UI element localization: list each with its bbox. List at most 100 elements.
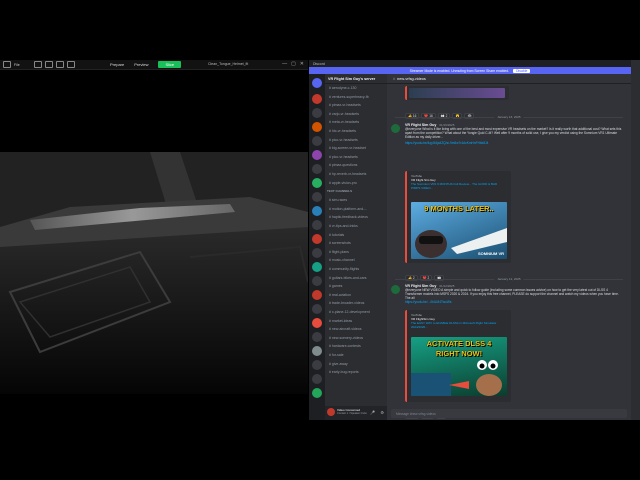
- channel-item[interactable]: # for-sale: [329, 353, 344, 357]
- avatar[interactable]: [391, 124, 400, 133]
- channel-item[interactable]: # early-bug-reports: [329, 370, 359, 374]
- slice-button[interactable]: Slice: [158, 61, 182, 68]
- server-icon[interactable]: [312, 304, 322, 314]
- embed-title[interactable]: The EASY WAY to ENABLE DLSS4 in Microsof…: [411, 321, 507, 330]
- server-icon[interactable]: [312, 234, 322, 244]
- channel-item[interactable]: # pico-vr-headsets: [329, 138, 358, 142]
- channel-item[interactable]: # flight-plans: [329, 250, 349, 254]
- channel-item[interactable]: # haptic-feedback-videos: [329, 215, 368, 219]
- server-icon[interactable]: [312, 220, 322, 230]
- open-icon[interactable]: [33, 61, 42, 68]
- previous-thumbnail[interactable]: [409, 88, 505, 98]
- file-menu[interactable]: File: [14, 63, 20, 67]
- server-icon[interactable]: [312, 164, 322, 174]
- channel-item[interactable]: # x-plane-12-development: [329, 310, 370, 314]
- server-icon[interactable]: [312, 94, 322, 104]
- channel-item[interactable]: # pimax-questions: [329, 163, 357, 167]
- channel-item[interactable]: # guitars-bikes-and-cars: [329, 276, 367, 280]
- reaction[interactable]: 👀 2: [437, 113, 451, 119]
- tab-preview[interactable]: Preview: [134, 62, 148, 67]
- server-icon[interactable]: [312, 150, 322, 160]
- add-server-icon[interactable]: [312, 388, 322, 398]
- channel-label: hardware-contests: [331, 344, 361, 349]
- slicer-toolbar: File Prepare Preview Slice Clean_Tongue_…: [0, 60, 308, 70]
- channel-item[interactable]: # community-flights: [329, 267, 359, 271]
- settings-icon[interactable]: [55, 61, 64, 68]
- video-thumbnail[interactable]: ACTIVATE DLSS 4 RIGHT NOW!: [411, 337, 507, 396]
- server-name[interactable]: VR Flight Sim Guy's server: [325, 74, 387, 84]
- channel-label: x-plane-12-development: [331, 310, 370, 314]
- reaction[interactable]: ❤️ 2: [419, 275, 433, 281]
- channel-item[interactable]: # market-ideas: [329, 319, 352, 323]
- undo-icon[interactable]: [66, 61, 75, 68]
- channel-item[interactable]: # tutorials: [329, 233, 344, 237]
- server-icon[interactable]: [312, 122, 322, 132]
- server-icon[interactable]: [312, 108, 322, 118]
- reaction[interactable]: 👁: [464, 113, 475, 119]
- mic-icon[interactable]: 🎤: [370, 410, 375, 415]
- channel-item[interactable]: # new-aircraft-videos: [329, 327, 362, 331]
- reaction[interactable]: 👍 16: [405, 113, 420, 119]
- server-icon[interactable]: [312, 276, 322, 286]
- close-icon[interactable]: ✕: [300, 61, 304, 67]
- avatar[interactable]: [391, 285, 400, 294]
- server-icon[interactable]: [312, 360, 322, 370]
- tab-prepare[interactable]: Prepare: [110, 62, 124, 67]
- server-icon[interactable]: [312, 290, 322, 300]
- user-panel: Video Concerned Contact 1 / Speaker Invi…: [325, 406, 387, 420]
- message-input[interactable]: Message #new-vrfsg-videos: [391, 409, 627, 418]
- save-icon[interactable]: [44, 61, 53, 68]
- server-icon[interactable]: [312, 346, 322, 356]
- reaction[interactable]: 👀: [434, 275, 445, 281]
- channel-item[interactable]: # hardware-contests: [329, 344, 361, 348]
- channel-label: screenshots: [331, 241, 351, 246]
- message-text: @everyone What is it like living with on…: [405, 127, 622, 139]
- home-icon[interactable]: [312, 78, 322, 88]
- channel-item[interactable]: # ventures-superheavy-fb: [329, 95, 369, 99]
- channel-category[interactable]: TEXT CHANNELS: [327, 189, 352, 193]
- message-link[interactable]: https://youtu.be/4qy0l4ja4ZQ/si-9m5w7r4A…: [405, 141, 625, 145]
- server-icon[interactable]: [312, 374, 322, 384]
- embed-title[interactable]: The Somnium VR1 9 MONTHS Full Review... …: [411, 182, 507, 191]
- channel-item[interactable]: # apple-vision-pro: [329, 181, 357, 185]
- channel-item[interactable]: # pimax-vr-headsets: [329, 103, 361, 107]
- server-icon[interactable]: [312, 248, 322, 258]
- server-icon[interactable]: [312, 318, 322, 328]
- channel-item[interactable]: # vr-tips-and-tricks: [329, 224, 358, 228]
- channel-item[interactable]: # music-channel: [329, 258, 355, 262]
- channel-item[interactable]: # htc-vr-headsets: [329, 129, 356, 133]
- channel-item[interactable]: # real-aviation: [329, 293, 351, 297]
- server-icon[interactable]: [312, 178, 322, 188]
- server-icon[interactable]: [312, 332, 322, 342]
- reaction[interactable]: ❤️ 16: [421, 113, 436, 119]
- channel-item[interactable]: # games: [329, 284, 342, 288]
- video-thumbnail[interactable]: 9 MONTHS LATER.. SOMNIUM VR: [411, 202, 507, 259]
- server-icon[interactable]: [312, 192, 322, 202]
- channel-item[interactable]: # hp-reverb-vr-headsets: [329, 172, 366, 176]
- channel-item[interactable]: # motion-platform-and-...: [329, 207, 367, 211]
- channel-item[interactable]: # sim-races: [329, 198, 347, 202]
- message-link[interactable]: https://youtu.be/...0t4LM4TwoWs: [405, 300, 625, 304]
- settings-icon[interactable]: ⚙: [380, 410, 384, 415]
- channel-item[interactable]: # new-scenery-videos: [329, 336, 363, 340]
- channel-item[interactable]: # screenshots: [329, 241, 351, 245]
- menu-icon[interactable]: [3, 61, 11, 68]
- minimize-icon[interactable]: —: [282, 61, 287, 67]
- maximize-icon[interactable]: ▢: [291, 61, 296, 67]
- server-icon[interactable]: [312, 136, 322, 146]
- channel-item[interactable]: # give-away: [329, 362, 348, 366]
- channel-item[interactable]: # aerodyne-c-130: [329, 86, 356, 90]
- channel-item[interactable]: # meta-vr-headsets: [329, 120, 359, 124]
- channel-item[interactable]: # trade-broader-videos: [329, 301, 364, 305]
- channel-item[interactable]: # pico-vr-headsets: [329, 155, 358, 159]
- members-scrollbar[interactable]: [631, 60, 640, 420]
- channel-item[interactable]: # varjo-vr-headsets: [329, 112, 359, 116]
- server-icon[interactable]: [312, 262, 322, 272]
- disable-button[interactable]: Disable: [513, 68, 531, 73]
- video-embed: YouTube VR Flight Sim Guy The Somnium VR…: [405, 171, 511, 263]
- server-icon[interactable]: [312, 206, 322, 216]
- reaction[interactable]: 👍 2: [405, 275, 418, 281]
- reaction[interactable]: 😮: [452, 113, 463, 119]
- channel-item[interactable]: # big-screen-vr-headset: [329, 146, 366, 150]
- avatar[interactable]: [327, 408, 335, 416]
